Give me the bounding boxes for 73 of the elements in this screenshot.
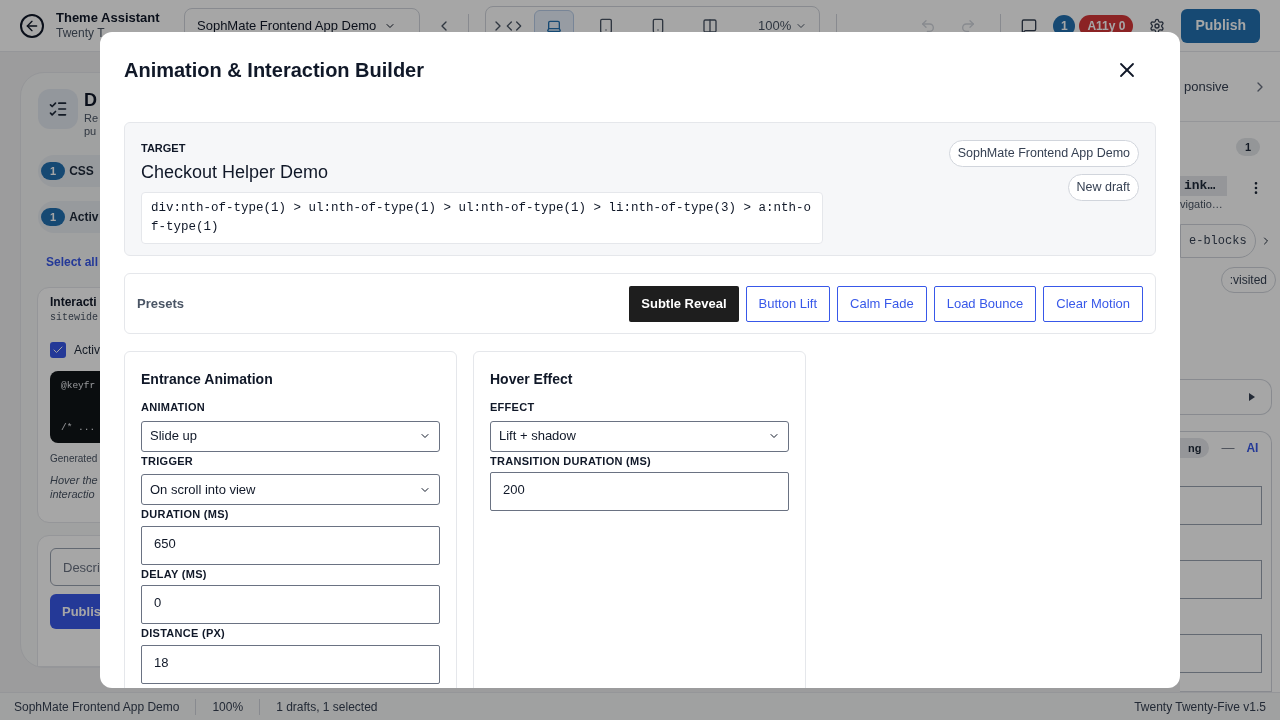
field-label: DISTANCE (PX) xyxy=(141,626,227,641)
count-badge: 1 xyxy=(1235,138,1260,156)
card-title: Entrance Animation xyxy=(141,370,274,389)
section-label: Presets xyxy=(137,294,184,313)
number-field[interactable]: 650 xyxy=(141,525,440,565)
code-line: @keyfr xyxy=(61,379,97,393)
preset-button[interactable]: Subtle Reveal xyxy=(629,285,739,322)
status-drafts: 1 drafts, 1 selected xyxy=(276,698,378,716)
select-field[interactable]: Slide up xyxy=(141,420,440,452)
preset-button[interactable]: Load Bounce xyxy=(933,285,1037,322)
publish-button[interactable]: Publish xyxy=(1181,8,1260,43)
field-label: EFFECT xyxy=(490,400,536,415)
field-label: DELAY (MS) xyxy=(141,566,208,582)
site-chip: SophMate Frontend App Demo xyxy=(948,140,1139,167)
item-scope: sitewide xyxy=(50,311,99,325)
back-icon[interactable] xyxy=(20,13,44,38)
ai-link[interactable]: AI xyxy=(1246,439,1259,457)
hint-text: Hover the xyxy=(50,474,99,488)
filter-label: Activ xyxy=(69,209,99,226)
preset-button[interactable]: Calm Fade xyxy=(837,285,927,322)
panel-description: Re xyxy=(84,111,99,126)
item-subtitle: vigatio… xyxy=(1180,196,1224,212)
site-subtitle: Twenty T xyxy=(56,26,106,42)
app-title: Theme Assistant xyxy=(56,9,161,27)
section-label: TARGET xyxy=(141,141,187,156)
panel-description: pu xyxy=(84,125,98,139)
check-icon xyxy=(52,344,64,356)
card-title: Hover Effect xyxy=(490,370,574,389)
checkbox-label: Activ xyxy=(74,342,100,359)
generated-note: Generated xyxy=(50,452,99,466)
zoom-select[interactable]: 100% xyxy=(750,9,816,42)
status-site: SophMate Frontend App Demo xyxy=(14,698,180,716)
item-title: ink… xyxy=(1180,176,1227,196)
status-chip: New draft xyxy=(1067,174,1139,201)
panel-title: D xyxy=(84,89,98,112)
count-badge: 1 xyxy=(41,162,66,180)
code-line: /* ... xyxy=(61,420,97,435)
hint-text: interactio xyxy=(50,487,96,502)
mobile-icon xyxy=(650,17,666,34)
status-theme: Twenty Twenty-Five v1.5 xyxy=(1134,698,1266,716)
item-title: Interacti xyxy=(50,295,98,310)
field-label: DURATION (MS) xyxy=(141,507,230,522)
select-field[interactable]: On scroll into view xyxy=(141,474,440,505)
status-zoom: 100% xyxy=(212,698,244,716)
tablet-icon xyxy=(598,17,614,34)
select-field[interactable]: Lift + shadow xyxy=(490,420,789,452)
settings-icon[interactable] xyxy=(1149,17,1166,34)
number-field[interactable]: 0 xyxy=(141,585,440,624)
field-label: TRANSITION DURATION (MS) xyxy=(490,453,652,469)
select-all-link[interactable]: Select all xyxy=(46,253,100,271)
field-label: ANIMATION xyxy=(141,400,206,415)
active-checkbox[interactable] xyxy=(50,342,66,358)
filter-label: CSS xyxy=(69,163,94,180)
split-icon xyxy=(702,17,718,34)
describe-field[interactable]: Descri xyxy=(50,548,100,586)
field-label: TRIGGER xyxy=(141,453,195,469)
count-badge: 1 xyxy=(41,208,66,226)
expand-icon xyxy=(1249,393,1255,401)
target-name: Checkout Helper Demo xyxy=(141,160,330,184)
comment-icon[interactable] xyxy=(1021,17,1038,34)
number-field[interactable]: 200 xyxy=(490,472,789,511)
list-icon xyxy=(38,89,78,129)
preset-button[interactable]: Button Lift xyxy=(745,285,831,322)
preset-button[interactable]: Clear Motion xyxy=(1043,285,1143,322)
filter-chip[interactable]: 1 Activ xyxy=(38,201,100,233)
tab-label[interactable]: ponsive xyxy=(1184,76,1229,97)
source-chip: ng xyxy=(1180,438,1210,458)
dialog-title: Animation & Interaction Builder xyxy=(124,58,425,83)
number-field[interactable]: 18 xyxy=(141,644,440,684)
selector-path: div:nth-of-type(1) > ul:nth-of-type(1) > ul:nth-of-type(1) > li:nth-of-type(3) > a:nth-of-type(1) xyxy=(141,191,823,244)
publish-button[interactable]: Publis xyxy=(50,594,100,629)
filter-chip[interactable]: 1 CSS xyxy=(38,155,100,187)
separator-text: — xyxy=(1221,439,1235,458)
